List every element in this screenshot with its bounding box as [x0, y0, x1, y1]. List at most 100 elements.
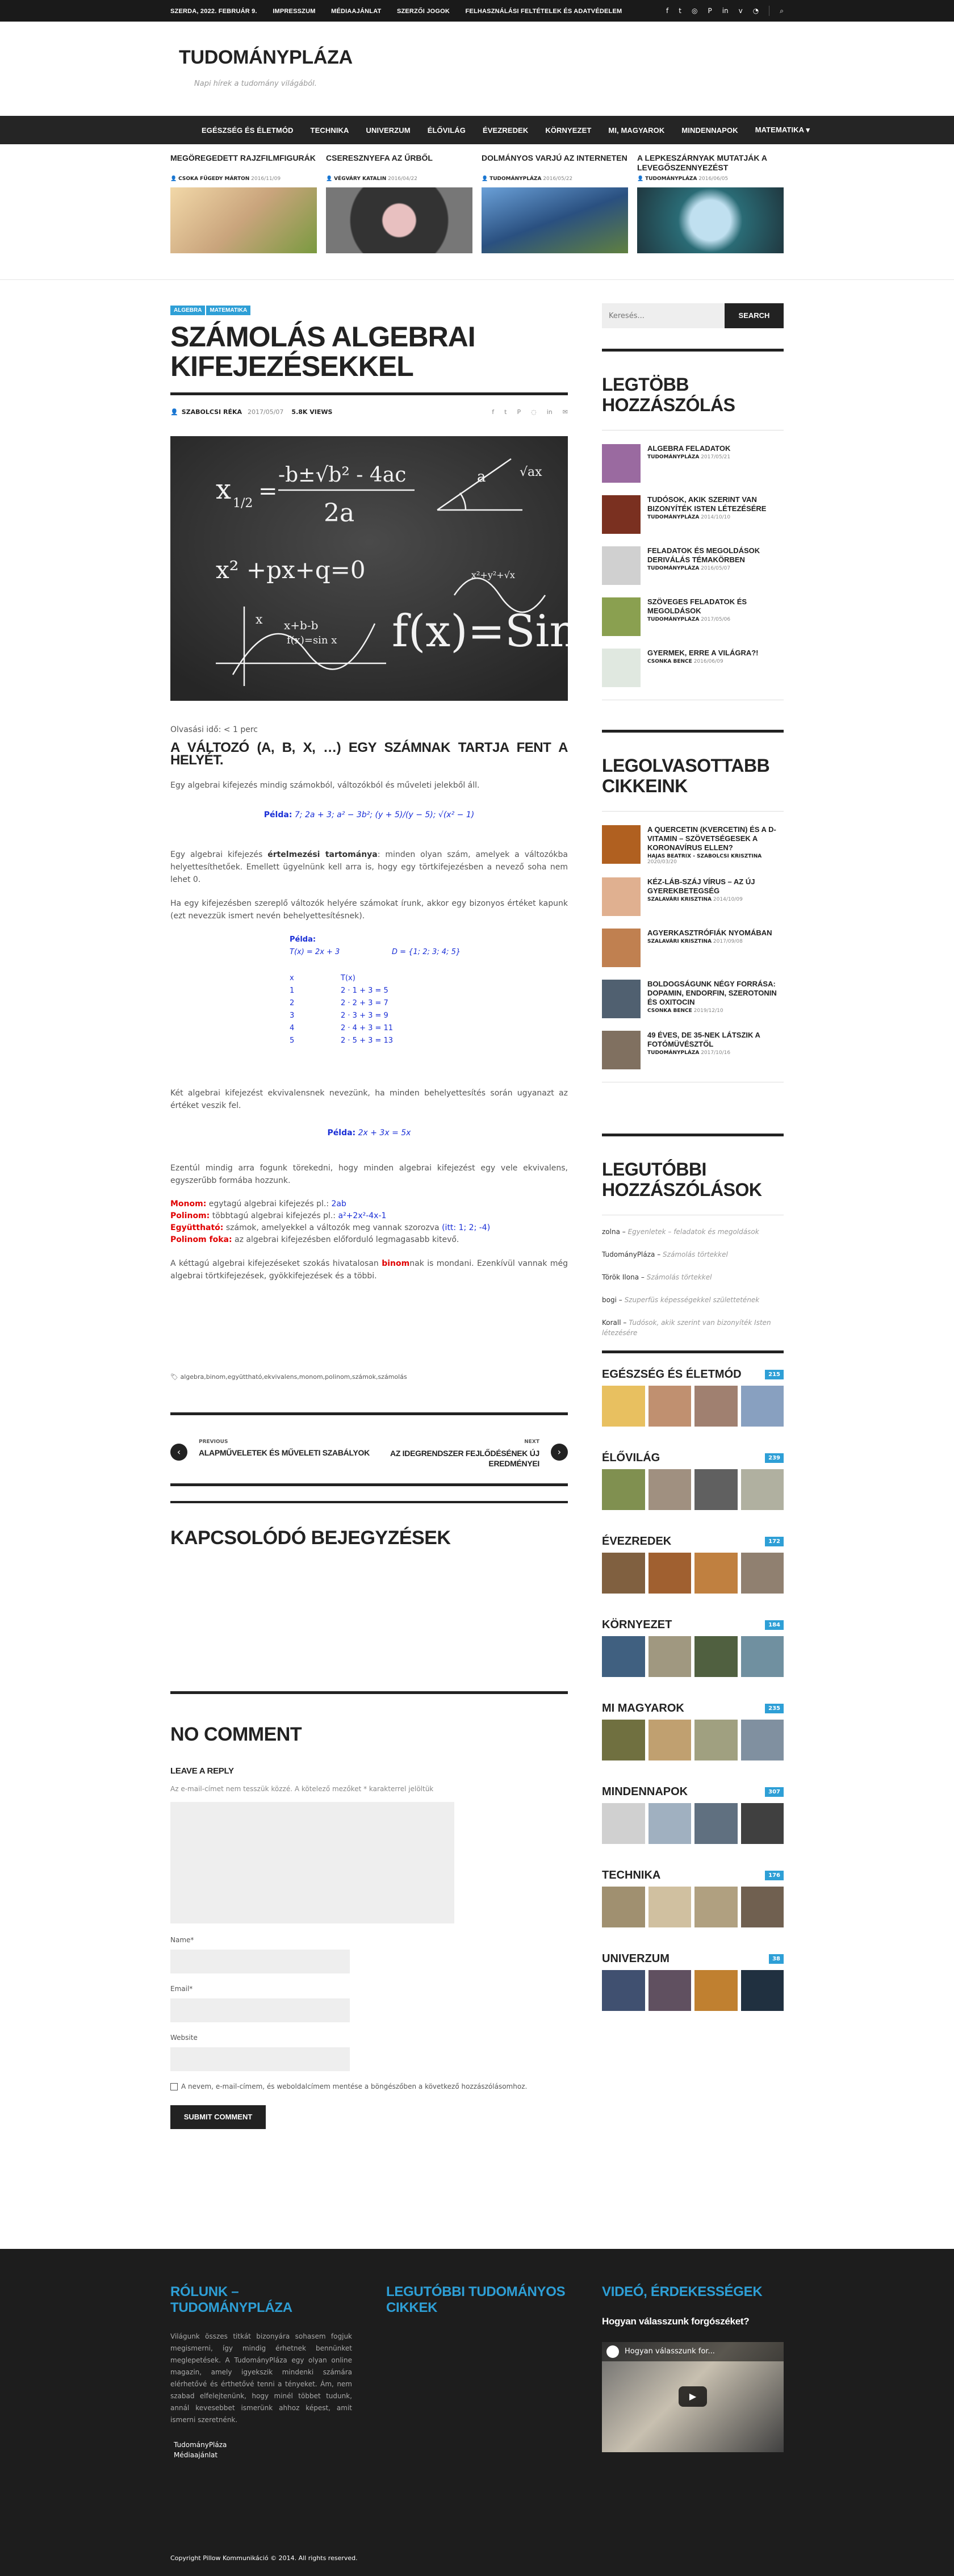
category-image[interactable] [740, 1720, 784, 1760]
category-image[interactable] [694, 1887, 738, 1927]
rss-icon[interactable]: ◔ [753, 7, 759, 15]
category-image[interactable] [694, 1469, 738, 1510]
featured-image[interactable] [170, 187, 317, 253]
category-image[interactable] [602, 1720, 645, 1760]
top-link-feltetelek[interactable]: FELHASZNÁLÁSI FELTÉTELEK ÉS ADATVÉDELEM [466, 8, 622, 15]
play-icon[interactable]: ▶ [679, 2386, 707, 2407]
featured-post[interactable]: DOLMÁNYOS VARJÚ AZ INTERNETEN 👤 TUDOMÁNY… [482, 153, 628, 267]
comment-author[interactable]: TudományPláza [602, 1251, 655, 1258]
post-title[interactable]: BOLDOGSÁGUNK NÉGY FORRÁSA: DOPAMIN, ENDO… [647, 980, 784, 1007]
category-image[interactable] [602, 1887, 645, 1927]
comment-author[interactable]: zolna [602, 1228, 620, 1236]
post-thumbnail[interactable] [602, 495, 641, 534]
category-name[interactable]: MI MAGYAROK [602, 1702, 684, 1715]
category-image[interactable] [694, 1386, 738, 1427]
featured-image[interactable] [637, 187, 784, 253]
list-item[interactable]: 49 ÉVES, DE 35-NEK LÁTSZIK A FOTÓMÜVÉSZT… [602, 1031, 784, 1069]
top-link-szerzoi-jogok[interactable]: SZERZŐI JOGOK [397, 8, 450, 15]
list-item[interactable]: FELADATOK ÉS MEGOLDÁSOK DERIVÁLÁS TÉMAKÖ… [602, 546, 784, 585]
list-item[interactable]: GYERMEK, ERRE A VILÁGRA?! CSONKA BENCE 20… [602, 649, 784, 687]
post-title[interactable]: ALGEBRA FELADATOK [647, 444, 730, 453]
category-name[interactable]: TECHNIKA [602, 1869, 660, 1882]
nav-item-mindennapok[interactable]: MINDENNAPOK [681, 126, 738, 135]
featured-title[interactable]: DOLMÁNYOS VARJÚ AZ INTERNETEN [482, 153, 628, 175]
email-input[interactable] [170, 1998, 350, 2022]
instagram-icon[interactable]: ◎ [692, 7, 697, 15]
category-image[interactable] [740, 1553, 784, 1594]
article-author[interactable]: SZABOLCSI RÉKA [182, 408, 242, 416]
category-image[interactable] [694, 1636, 738, 1677]
prev-post[interactable]: PREVIOUS ALAPMŰVELETEK ÉS MŰVELETI SZABÁ… [199, 1439, 370, 1457]
category-image[interactable] [602, 1469, 645, 1510]
post-title[interactable]: TUDÓSOK, AKIK SZERINT VAN BIZONYÍTÉK IST… [647, 495, 784, 513]
email-icon[interactable]: ✉ [563, 408, 568, 416]
category-name[interactable]: EGÉSZSÉG ÉS ÉLETMÓD [602, 1368, 742, 1381]
category-image[interactable] [694, 1553, 738, 1594]
category-image[interactable] [602, 1636, 645, 1677]
list-item[interactable]: TUDÓSOK, AKIK SZERINT VAN BIZONYÍTÉK IST… [602, 495, 784, 534]
search-input[interactable] [602, 303, 725, 328]
facebook-icon[interactable]: f [492, 408, 494, 416]
category-image[interactable] [602, 1386, 645, 1427]
pinterest-icon[interactable]: P [708, 7, 712, 15]
category-name[interactable]: UNIVERZUM [602, 1952, 670, 1966]
post-title[interactable]: FELADATOK ÉS MEGOLDÁSOK DERIVÁLÁS TÉMAKÖ… [647, 546, 784, 564]
comment-post[interactable]: Számolás törtekkel [663, 1251, 728, 1258]
prev-arrow-icon[interactable]: ‹ [170, 1444, 187, 1461]
category-image[interactable] [694, 1803, 738, 1844]
top-link-mediaajanlat[interactable]: MÉDIAAJÁNLAT [331, 8, 381, 15]
website-input[interactable] [170, 2047, 350, 2071]
post-thumbnail[interactable] [602, 546, 641, 585]
nav-item-egeszseg[interactable]: EGÉSZSÉG ÉS ÉLETMÓD [202, 126, 294, 135]
category-image[interactable] [740, 1887, 784, 1927]
category-image[interactable] [648, 1553, 691, 1594]
video-player[interactable]: Hogyan válasszunk for... ▶ [602, 2342, 784, 2452]
submit-comment-button[interactable]: SUBMIT COMMENT [170, 2105, 266, 2129]
post-title[interactable]: A QUERCETIN (KVERCETIN) ÉS A D-VITAMIN –… [647, 825, 784, 852]
post-thumbnail[interactable] [602, 980, 641, 1018]
search-button[interactable]: SEARCH [725, 303, 784, 328]
footer-link[interactable]: TudományPláza [174, 2440, 352, 2450]
category-block[interactable]: EGÉSZSÉG ÉS ÉLETMÓD 215 [602, 1368, 784, 1427]
linkedin-icon[interactable]: in [547, 408, 553, 416]
category-image[interactable] [694, 1970, 738, 2011]
post-thumbnail[interactable] [602, 929, 641, 967]
featured-post[interactable]: MEGÖREGEDETT RAJZFILMFIGURÁK 👤 CSOKA FÜG… [170, 153, 317, 267]
category-image[interactable] [648, 1469, 691, 1510]
nav-item-elovilag[interactable]: ÉLŐVILÁG [428, 126, 466, 135]
post-thumbnail[interactable] [602, 444, 641, 483]
category-image[interactable] [648, 1970, 691, 2011]
category-image[interactable] [740, 1469, 784, 1510]
comment-post[interactable]: Számolás törtekkel [647, 1273, 712, 1281]
post-title[interactable]: SZÖVEGES FELADATOK ÉS MEGOLDÁSOK [647, 597, 784, 616]
category-block[interactable]: MINDENNAPOK 307 [602, 1785, 784, 1844]
post-title[interactable]: KÉZ-LÁB-SZÁJ VÍRUS – AZ ÚJ GYEREKBETEGSÉ… [647, 877, 784, 896]
featured-title[interactable]: MEGÖREGEDETT RAJZFILMFIGURÁK [170, 153, 317, 175]
pinterest-icon[interactable]: P [517, 408, 521, 416]
comment-author[interactable]: Török Ilona [602, 1273, 639, 1281]
prev-title[interactable]: ALAPMŰVELETEK ÉS MŰVELETI SZABÁLYOK [199, 1448, 370, 1457]
category-image[interactable] [740, 1636, 784, 1677]
linkedin-icon[interactable]: in [722, 7, 729, 15]
list-item[interactable]: A QUERCETIN (KVERCETIN) ÉS A D-VITAMIN –… [602, 825, 784, 865]
category-image[interactable] [648, 1887, 691, 1927]
nav-item-kornyezet[interactable]: KÖRNYEZET [545, 126, 591, 135]
category-name[interactable]: ÉLŐVILÁG [602, 1452, 660, 1465]
category-image[interactable] [602, 1803, 645, 1844]
featured-image[interactable] [482, 187, 628, 253]
search-icon[interactable]: ⌕ [780, 7, 784, 15]
nav-item-mi-magyarok[interactable]: MI, MAGYAROK [608, 126, 664, 135]
category-image[interactable] [694, 1720, 738, 1760]
twitter-icon[interactable]: t [504, 408, 507, 416]
cookie-checkbox[interactable] [170, 2082, 178, 2090]
category-image[interactable] [740, 1970, 784, 2011]
next-arrow-icon[interactable]: › [551, 1444, 568, 1461]
name-input[interactable] [170, 1950, 350, 1973]
category-tag[interactable]: ALGEBRA [170, 306, 206, 315]
featured-title[interactable]: A LEPKESZÁRNYAK MUTATJÁK A LEVEGŐSZENNYE… [637, 153, 784, 175]
post-title[interactable]: 49 ÉVES, DE 35-NEK LÁTSZIK A FOTÓMÜVÉSZT… [647, 1031, 784, 1049]
category-block[interactable]: UNIVERZUM 38 [602, 1952, 784, 2011]
category-block[interactable]: KÖRNYEZET 184 [602, 1619, 784, 1677]
list-item[interactable]: BOLDOGSÁGUNK NÉGY FORRÁSA: DOPAMIN, ENDO… [602, 980, 784, 1018]
category-image[interactable] [602, 1970, 645, 2011]
